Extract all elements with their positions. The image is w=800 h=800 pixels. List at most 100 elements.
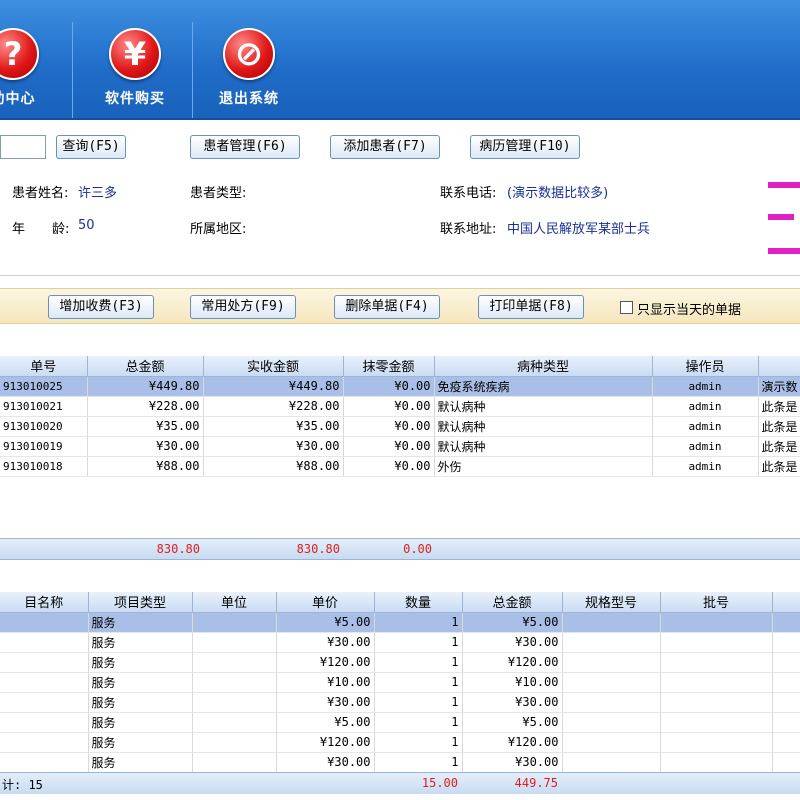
- add-fee-button[interactable]: 增加收费(F3): [48, 295, 154, 319]
- items-header-2[interactable]: 单位: [192, 592, 277, 613]
- bill-action-bar: 增加收费(F3) 常用处方(F9) 删除单据(F4) 打印单据(F8) 只显示当…: [0, 288, 800, 324]
- age-value: 50: [78, 218, 95, 233]
- bills-cell: 此条是: [758, 436, 800, 457]
- items-cell: [0, 732, 89, 753]
- bills-cell: 默认病种: [434, 436, 653, 457]
- bills-header-3[interactable]: 抹零金额: [343, 356, 435, 377]
- items-cell: [772, 712, 800, 733]
- add-patient-button[interactable]: 添加患者(F7): [330, 135, 440, 159]
- items-cell: [660, 632, 773, 653]
- bills-cell: 913010020: [0, 416, 88, 437]
- table-row[interactable]: 服务 ¥30.00 1 ¥30.00: [0, 692, 800, 713]
- bills-cell: ¥0.00: [343, 456, 435, 477]
- bills-received-sum: 830.80: [296, 542, 340, 556]
- items-cell: [0, 752, 89, 773]
- items-header-3[interactable]: 单价: [276, 592, 375, 613]
- toolbar-divider: [192, 22, 193, 118]
- items-cell: ¥5.00: [276, 712, 375, 733]
- items-header-6[interactable]: 规格型号: [562, 592, 661, 613]
- items-cell: ¥30.00: [276, 752, 375, 773]
- items-header-0[interactable]: 目名称: [0, 592, 89, 613]
- table-row[interactable]: 服务 ¥30.00 1 ¥30.00: [0, 752, 800, 773]
- items-cell: [660, 692, 773, 713]
- bills-header-6[interactable]: [758, 356, 800, 377]
- table-row[interactable]: 服务 ¥5.00 1 ¥5.00: [0, 612, 800, 633]
- table-row[interactable]: 913010020 ¥35.00 ¥35.00 ¥0.00 默认病种 admin 此条是: [0, 416, 800, 437]
- bills-cell: 此条是: [758, 456, 800, 477]
- phone-label: 联系电话:: [440, 186, 497, 201]
- items-header-8[interactable]: [772, 592, 800, 613]
- address-label: 联系地址:: [440, 222, 497, 237]
- items-count: 计: 15: [2, 778, 43, 792]
- today-only-checkbox[interactable]: [620, 301, 633, 314]
- bills-cell: ¥88.00: [87, 456, 204, 477]
- items-cell: [562, 692, 661, 713]
- items-cell: 服务: [88, 732, 193, 753]
- table-row[interactable]: 913010021 ¥228.00 ¥228.00 ¥0.00 默认病种 admin 此条是: [0, 396, 800, 417]
- patient-name-value: 许三多: [78, 186, 118, 201]
- items-cell: [562, 672, 661, 693]
- bills-cell: 913010021: [0, 396, 88, 417]
- items-cell: [0, 672, 89, 693]
- items-header-4[interactable]: 数量: [374, 592, 463, 613]
- bills-cell: admin: [652, 416, 759, 437]
- items-cell: [772, 692, 800, 713]
- main-toolbar: ? 助中心 ¥ 软件购买 ⊘ 退出系统: [0, 0, 800, 120]
- patient-manage-button[interactable]: 患者管理(F6): [190, 135, 300, 159]
- patient-name-label: 患者姓名:: [12, 186, 69, 201]
- table-row[interactable]: 913010018 ¥88.00 ¥88.00 ¥0.00 外伤 admin 此条是: [0, 456, 800, 477]
- items-header-5[interactable]: 总金额: [462, 592, 563, 613]
- bills-header-2[interactable]: 实收金额: [203, 356, 344, 377]
- print-bill-button[interactable]: 打印单据(F8): [478, 295, 584, 319]
- items-cell: [192, 752, 277, 773]
- table-row[interactable]: 服务 ¥120.00 1 ¥120.00: [0, 732, 800, 753]
- bills-cell: ¥35.00: [87, 416, 204, 437]
- delete-bill-button[interactable]: 删除单据(F4): [334, 295, 440, 319]
- table-row[interactable]: 服务 ¥5.00 1 ¥5.00: [0, 712, 800, 733]
- table-row[interactable]: 服务 ¥120.00 1 ¥120.00: [0, 652, 800, 673]
- exit-system-button[interactable]: ⊘ 退出系统: [194, 28, 304, 118]
- bills-cell: ¥30.00: [87, 436, 204, 457]
- bills-header-5[interactable]: 操作员: [652, 356, 759, 377]
- exit-system-label: 退出系统: [219, 91, 279, 107]
- help-center-button[interactable]: ? 助中心: [0, 28, 68, 118]
- bills-cell: ¥449.80: [87, 376, 204, 397]
- common-prescription-button[interactable]: 常用处方(F9): [190, 295, 296, 319]
- patient-action-bar: 查询(F5) 患者管理(F6) 添加患者(F7) 病历管理(F10): [0, 130, 800, 164]
- table-row[interactable]: 913010025 ¥449.80 ¥449.80 ¥0.00 免疫系统疾病 admin 演…: [0, 376, 800, 397]
- bills-cell: 913010019: [0, 436, 88, 457]
- buy-software-button[interactable]: ¥ 软件购买: [80, 28, 190, 118]
- items-cell: 服务: [88, 692, 193, 713]
- items-cell: ¥120.00: [276, 652, 375, 673]
- query-button[interactable]: 查询(F5): [56, 135, 126, 159]
- items-cell: 服务: [88, 752, 193, 773]
- items-cell: [660, 652, 773, 673]
- items-header-1[interactable]: 项目类型: [88, 592, 193, 613]
- items-cell: 1: [374, 632, 463, 653]
- toolbar-divider: [72, 22, 73, 118]
- items-header-7[interactable]: 批号: [660, 592, 773, 613]
- items-cell: 1: [374, 712, 463, 733]
- bills-cell: 此条是: [758, 396, 800, 417]
- table-row[interactable]: 服务 ¥30.00 1 ¥30.00: [0, 632, 800, 653]
- bills-header-4[interactable]: 病种类型: [434, 356, 653, 377]
- items-cell: [772, 732, 800, 753]
- search-input[interactable]: [0, 135, 46, 159]
- items-cell: [660, 672, 773, 693]
- items-cell: [0, 692, 89, 713]
- items-cell: [0, 652, 89, 673]
- table-row[interactable]: 服务 ¥10.00 1 ¥10.00: [0, 672, 800, 693]
- medical-records-button[interactable]: 病历管理(F10): [470, 135, 580, 159]
- items-cell: ¥10.00: [462, 672, 563, 693]
- items-cell: [772, 652, 800, 673]
- bills-total-sum: 830.80: [156, 542, 200, 556]
- items-cell: ¥120.00: [462, 652, 563, 673]
- bills-header-0[interactable]: 单号: [0, 356, 88, 377]
- patient-info-panel: 患者姓名: 许三多 患者类型: 联系电话: (演示数据比较多) 年 龄: 50 …: [0, 168, 800, 276]
- items-cell: ¥5.00: [462, 712, 563, 733]
- table-row[interactable]: 913010019 ¥30.00 ¥30.00 ¥0.00 默认病种 admin 此条是: [0, 436, 800, 457]
- items-cell: [0, 712, 89, 733]
- help-icon: ?: [0, 28, 39, 80]
- bills-header-1[interactable]: 总金额: [87, 356, 204, 377]
- items-cell: 1: [374, 672, 463, 693]
